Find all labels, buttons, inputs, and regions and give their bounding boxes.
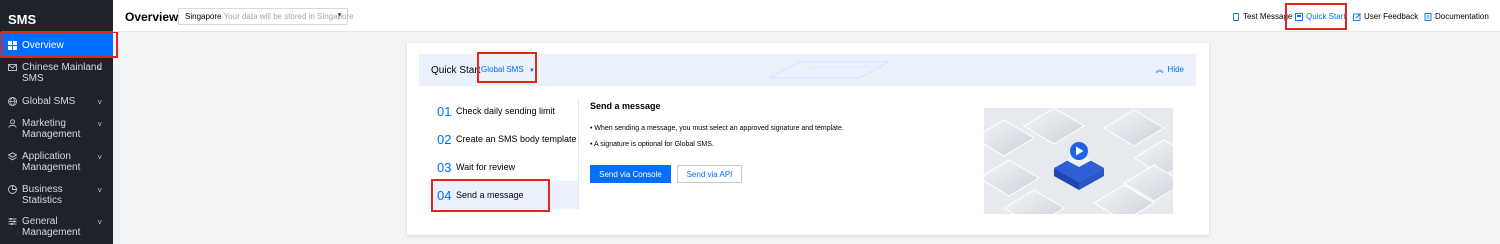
- region-select[interactable]: Singapore Your data will be stored in Si…: [178, 8, 354, 25]
- detail-heading: Send a message: [590, 101, 661, 111]
- quick-start-title: Quick Start: [431, 65, 481, 76]
- sidebar-item-chinese-mainland-sms[interactable]: Chinese Mainland SMS ˅: [0, 58, 113, 90]
- video-thumbnail[interactable]: [984, 108, 1173, 214]
- bullet-item: A signature is optional for Global SMS.: [590, 141, 844, 148]
- highlight-outline-global-sms: [477, 52, 537, 83]
- globe-icon: [8, 97, 17, 106]
- sliders-icon: [8, 217, 17, 226]
- sidebar-item-label: Marketing Management: [22, 118, 81, 140]
- step-number: 03: [437, 159, 452, 175]
- page-title: Overview: [125, 10, 179, 24]
- step-item[interactable]: 03 Wait for review: [431, 153, 579, 181]
- step-item[interactable]: 01 Check daily sending limit: [431, 97, 579, 125]
- chevron-down-icon: ˅: [97, 98, 102, 107]
- region-hint: Your data will be stored in Singapore: [223, 12, 354, 21]
- decorative-pattern: [768, 61, 890, 81]
- sidebar-item-application-management[interactable]: Application Management ˅: [0, 146, 113, 179]
- edit-icon: [1353, 12, 1361, 21]
- step-label: Create an SMS body template: [456, 134, 577, 144]
- sidebar-item-global-sms[interactable]: Global SMS ˅: [0, 90, 113, 112]
- chevron-down-icon: ˅: [97, 120, 102, 129]
- user-icon: [8, 119, 17, 128]
- documentation-link[interactable]: Documentation: [1424, 12, 1489, 21]
- sidebar-item-business-statistics[interactable]: Business Statistics ˅: [0, 179, 113, 211]
- chevron-down-icon: ˅: [97, 186, 102, 195]
- sidebar-item-general-management[interactable]: General Management ˅: [0, 211, 113, 243]
- step-item[interactable]: 02 Create an SMS body template: [431, 125, 579, 153]
- document-icon: [1424, 12, 1432, 21]
- caret-down-icon: ▼: [336, 12, 343, 19]
- layers-icon: [8, 152, 17, 161]
- test-message-link[interactable]: Test Message: [1232, 12, 1292, 21]
- sidebar-item-label: Business Statistics: [22, 184, 63, 206]
- step-number: 01: [437, 103, 452, 119]
- sidebar-brand: SMS: [8, 12, 37, 27]
- user-feedback-link[interactable]: User Feedback: [1353, 12, 1418, 21]
- highlight-outline-overview: [1, 31, 118, 58]
- phone-icon: [1232, 12, 1240, 21]
- pie-icon: [8, 185, 17, 194]
- send-via-console-button[interactable]: Send via Console: [590, 165, 671, 183]
- step-label: Wait for review: [456, 162, 516, 172]
- detail-bullets: When sending a message, you must select …: [590, 125, 844, 148]
- sidebar-item-label: General Management: [22, 216, 81, 238]
- divider: [578, 99, 579, 209]
- step-number: 02: [437, 131, 452, 147]
- sidebar-item-label: Application Management: [22, 151, 81, 173]
- video-illustration: [984, 108, 1173, 214]
- sidebar-item-label: Global SMS: [22, 96, 76, 107]
- mail-icon: [8, 63, 17, 72]
- chevron-down-icon: ˅: [97, 64, 102, 73]
- region-value: Singapore: [185, 12, 222, 21]
- send-via-api-button[interactable]: Send via API: [677, 165, 742, 183]
- highlight-outline-send-message: [431, 179, 550, 212]
- chevron-down-icon: ˅: [97, 153, 102, 162]
- sidebar-item-label: Chinese Mainland SMS: [22, 62, 103, 84]
- chevron-down-icon: ˅: [97, 218, 102, 227]
- step-label: Check daily sending limit: [456, 106, 556, 116]
- highlight-outline-quick-start: [1285, 3, 1347, 30]
- chevron-up-double-icon: ︽: [1155, 64, 1164, 74]
- step-detail: Send a message When sending a message, y…: [590, 101, 844, 157]
- sidebar-item-marketing-management[interactable]: Marketing Management ˅: [0, 112, 113, 146]
- hide-button[interactable]: ︽ Hide: [1156, 65, 1184, 74]
- bullet-item: When sending a message, you must select …: [590, 125, 843, 132]
